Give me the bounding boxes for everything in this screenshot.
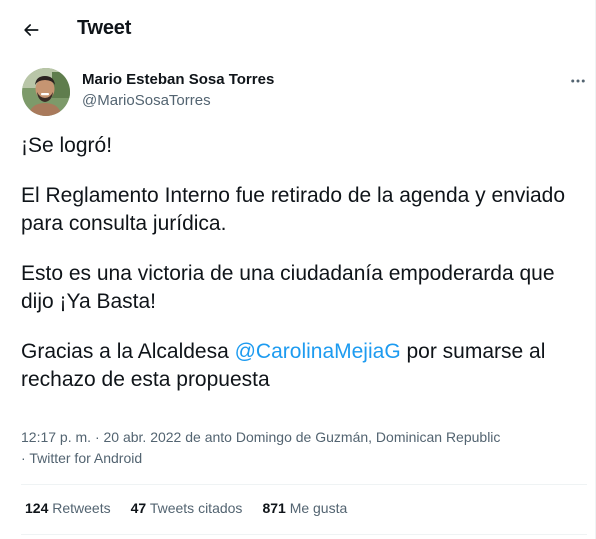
tweet-page: Tweet Mario Esteban Sosa Torres @MarioSo… bbox=[0, 0, 596, 539]
quote-tweets-label: Tweets citados bbox=[149, 500, 243, 516]
quote-tweets-count: 47 bbox=[130, 500, 147, 516]
retweets-stat[interactable]: 124 Retweets bbox=[25, 500, 111, 516]
back-button[interactable] bbox=[14, 13, 48, 47]
profile-photo-icon bbox=[22, 68, 70, 116]
divider bbox=[21, 534, 587, 535]
meta-separator: · bbox=[21, 450, 26, 466]
more-horizontal-icon bbox=[571, 79, 585, 83]
meta-separator: · bbox=[94, 429, 100, 445]
top-bar: Tweet bbox=[0, 0, 596, 58]
retweets-label: Retweets bbox=[52, 500, 111, 516]
divider bbox=[21, 484, 587, 485]
tweet-metadata: 12:17 p. m. · 20 abr. 2022 de anto Domin… bbox=[21, 427, 501, 469]
tweet-paragraph-1: ¡Se logró! bbox=[21, 134, 113, 157]
retweets-count: 124 bbox=[25, 500, 49, 516]
likes-label: Me gusta bbox=[289, 500, 348, 516]
author-handle[interactable]: @MarioSosaTorres bbox=[82, 92, 211, 109]
engagement-stats: 124 Retweets 47 Tweets citados 871 Me gu… bbox=[25, 500, 347, 516]
likes-stat[interactable]: 871 Me gusta bbox=[262, 500, 347, 516]
page-title: Tweet bbox=[77, 17, 132, 39]
tweet-time: 12:17 p. m. bbox=[21, 429, 92, 445]
tweet-location: de anto Domingo de Guzmán, Dominican Rep… bbox=[185, 429, 501, 445]
tweet-text: ¡Se logró! El Reglamento Interno fue ret… bbox=[21, 132, 591, 416]
tweet-text-segment: Gracias a la Alcaldesa bbox=[21, 340, 235, 363]
timestamp-link[interactable]: 12:17 p. m. · 20 abr. 2022 bbox=[21, 429, 181, 445]
quote-tweets-stat[interactable]: 47 Tweets citados bbox=[131, 500, 243, 516]
author-display-name[interactable]: Mario Esteban Sosa Torres bbox=[82, 71, 274, 88]
tweet-paragraph-3: Esto es una victoria de una ciudadanía e… bbox=[21, 262, 555, 313]
tweet-date: 20 abr. 2022 bbox=[103, 429, 182, 445]
tweet-source-link[interactable]: Twitter for Android bbox=[29, 450, 142, 466]
arrow-left-icon bbox=[24, 24, 39, 36]
more-options-button[interactable] bbox=[564, 67, 592, 95]
tweet-paragraph-2: El Reglamento Interno fue retirado de la… bbox=[21, 184, 566, 235]
avatar[interactable] bbox=[22, 68, 70, 116]
likes-count: 871 bbox=[262, 500, 286, 516]
mention-link[interactable]: @CarolinaMejiaG bbox=[235, 340, 401, 363]
tweet-paragraph-4: Gracias a la Alcaldesa @CarolinaMejiaG p… bbox=[21, 338, 591, 394]
